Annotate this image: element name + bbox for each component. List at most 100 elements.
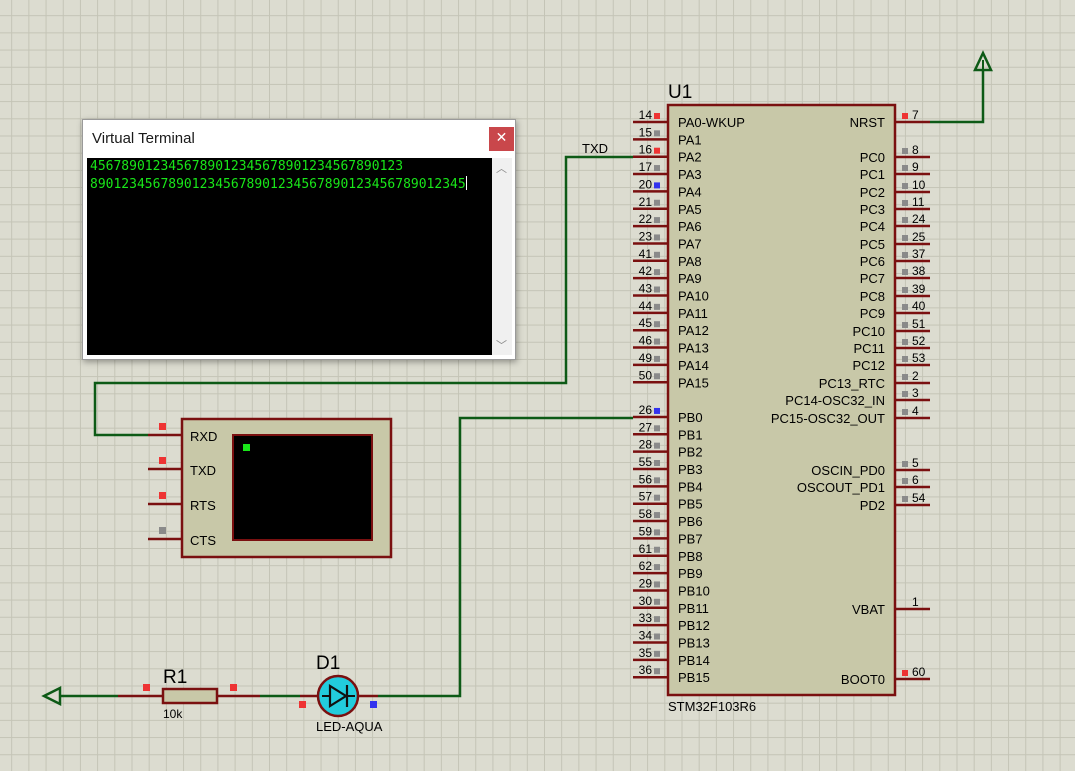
mcu-pin-number: 27 [639, 420, 653, 434]
mcu-pin-marker [902, 461, 908, 467]
mcu-pin-marker [654, 269, 660, 276]
mcu-pin-number: 1 [912, 595, 919, 609]
schematic-canvas[interactable]: U1 STM32F103R6 14 PA0-WKUP15 PA116 PA217 PA3… [0, 0, 1075, 771]
mcu-pin-label: PC6 [860, 254, 885, 269]
terminal-line-1: 4567890123456789012345678901234567890123 [90, 159, 404, 174]
mcu-pin-label: PC7 [860, 271, 885, 286]
mcu-pin-number: 3 [912, 386, 919, 400]
mcu-pin-label: PB11 [678, 601, 709, 616]
mcu-pin-label: PB4 [678, 479, 703, 494]
mcu-pin-number: 40 [912, 299, 926, 313]
mcu-pin-marker [654, 460, 660, 466]
close-button[interactable]: ✕ [489, 127, 514, 151]
mcu-pin-label: PC11 [853, 341, 885, 356]
mcu-pin-label: PB15 [678, 670, 710, 685]
mcu-pin-label: PB10 [678, 583, 710, 598]
mcu-pin-marker [902, 339, 908, 345]
mcu-pin-marker [902, 113, 908, 119]
mcu-pin-marker [654, 147, 660, 154]
ground-terminal-icon[interactable] [41, 685, 62, 707]
mcu-pin-label: PA11 [678, 306, 708, 321]
mcu-pin-label: PB7 [678, 531, 703, 546]
mcu-pin-label: PA14 [678, 358, 709, 373]
resistor-pin-marker-right [230, 684, 237, 691]
mcu-pin-number: 25 [912, 230, 926, 244]
mcu-pin-marker [654, 113, 660, 119]
virtual-terminal-window[interactable]: Virtual Terminal ✕ 456789012345678901234… [82, 119, 516, 360]
mcu-pin-number: 42 [639, 264, 653, 278]
mcu-pin-number: 43 [639, 282, 653, 296]
scroll-down-icon[interactable]: ﹀ [496, 337, 507, 353]
mcu-pin-marker [654, 217, 660, 224]
mcu-pin-marker [902, 496, 908, 502]
text-cursor [465, 176, 467, 190]
mcu-pin-number: 26 [639, 403, 653, 417]
mcu-pin-label: PA2 [678, 150, 702, 165]
mcu-pin-number: 45 [639, 316, 653, 330]
mcu-pin-number: 59 [639, 524, 653, 538]
mcu-pin-number: 30 [639, 594, 653, 608]
mcu-pin-label: PC4 [860, 219, 885, 234]
mcu-pin-marker [654, 338, 660, 345]
mcu-pin-label: PB12 [678, 618, 710, 633]
led-reference: D1 [316, 653, 340, 674]
mcu-pin-label: VBAT [852, 602, 885, 617]
mcu-pin-label: PC1 [860, 167, 885, 182]
mcu-pin-marker [654, 477, 660, 484]
mcu-pin-number: 34 [639, 629, 653, 643]
mcu-pin-marker [902, 287, 908, 293]
mcu-pin-label: PA4 [678, 184, 702, 199]
mcu-pin-marker [654, 251, 660, 258]
terminal-pin-marker [159, 492, 166, 499]
mcu-pin-marker [654, 182, 660, 189]
mcu-pin-label: PA8 [678, 254, 702, 269]
mcu-pin-number: 51 [912, 317, 926, 331]
mcu-pin-number: 39 [912, 282, 926, 296]
terminal-scrollbar[interactable]: ︿ ﹀ [492, 158, 512, 355]
mcu-pin-label: PB8 [678, 549, 703, 564]
mcu-pin-number: 4 [912, 404, 919, 418]
mcu-pin-number: 20 [639, 177, 653, 191]
mcu-pin-number: 16 [639, 143, 653, 157]
mcu-pin-marker [654, 373, 660, 380]
mcu-pin-marker [654, 633, 660, 640]
mcu-pin-number: 17 [639, 160, 653, 174]
mcu-pin-number: 5 [912, 456, 919, 470]
mcu-pin-label: PC10 [852, 324, 885, 339]
mcu-pin-label: PA12 [678, 323, 709, 338]
mcu-pin-number: 35 [639, 646, 653, 660]
mcu-pin-label: PB5 [678, 497, 703, 512]
mcu-pin-number: 49 [639, 351, 653, 365]
mcu-pin-number: 41 [639, 247, 653, 261]
mcu-pin-marker [654, 355, 660, 362]
mcu-pin-number: 6 [912, 473, 919, 487]
mcu-pin-label: BOOT0 [841, 672, 885, 687]
mcu-pin-number: 33 [639, 611, 653, 625]
mcu-pin-label: PB9 [678, 566, 703, 581]
mcu-pin-label: PB3 [678, 462, 703, 477]
mcu-pin-marker [654, 321, 660, 328]
mcu-pin-label: OSCIN_PD0 [811, 463, 885, 478]
mcu-pin-marker [654, 546, 660, 553]
wire-nrst-power [930, 70, 985, 124]
mcu-pin-number: 58 [639, 507, 653, 521]
terminal-pin-label: TXD [190, 463, 216, 478]
mcu-pin-label: PB14 [678, 653, 710, 668]
resistor-body[interactable] [161, 687, 219, 705]
mcu-pin-label: PA7 [678, 236, 702, 251]
mcu-pin-marker [654, 165, 660, 172]
mcu-pin-label: NRST [850, 115, 885, 130]
terminal-pin-label: RXD [190, 429, 217, 444]
mcu-pin-number: 55 [639, 455, 653, 469]
mcu-pin-marker [654, 598, 660, 605]
terminal-pin-label: CTS [190, 533, 216, 548]
scroll-up-icon[interactable]: ︿ [496, 160, 507, 176]
mcu-pin-label: PA3 [678, 167, 702, 182]
led-pin-marker-anode [299, 701, 306, 708]
mcu-pin-label: PB6 [678, 514, 703, 529]
mcu-pin-marker [654, 650, 660, 657]
mcu-reference: U1 [668, 82, 692, 103]
terminal-output[interactable]: 4567890123456789012345678901234567890123… [87, 158, 492, 355]
mcu-pin-marker [902, 356, 908, 362]
mcu-pin-label: OSCOUT_PD1 [797, 480, 885, 495]
